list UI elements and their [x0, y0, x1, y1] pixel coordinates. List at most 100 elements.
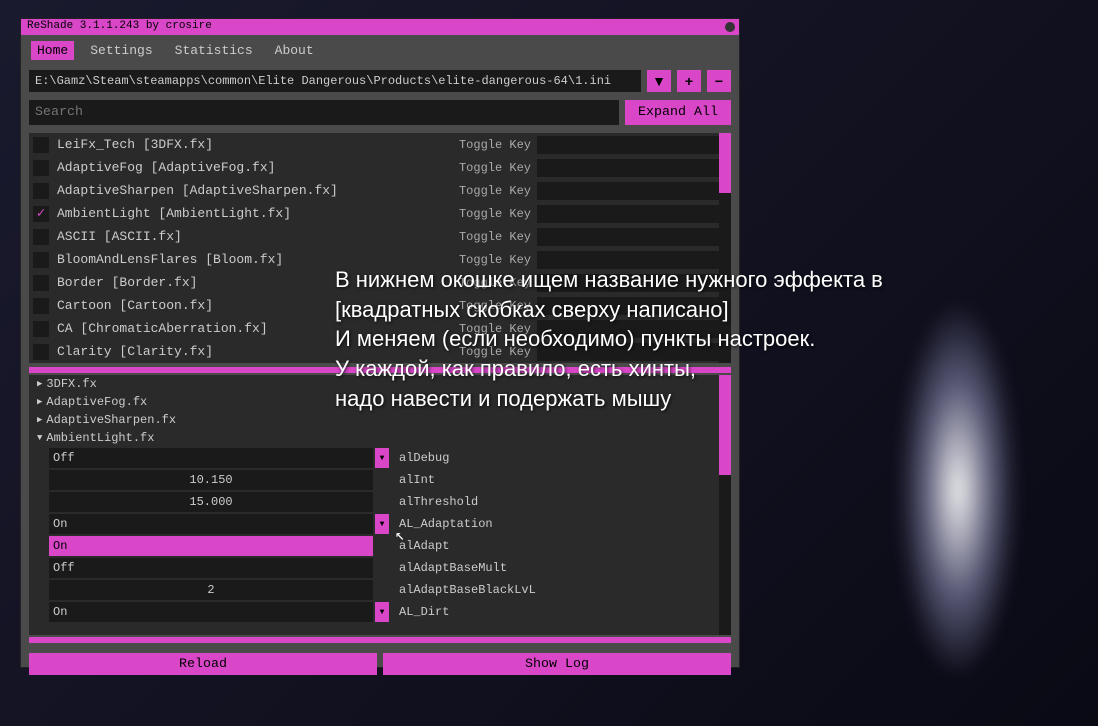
tree-arrow-icon: ▶ — [37, 379, 42, 389]
effect-checkbox[interactable] — [33, 229, 49, 245]
effect-row[interactable]: LeiFx_Tech [3DFX.fx] Toggle Key — [29, 133, 731, 156]
tree-label: AmbientLight.fx — [46, 431, 154, 445]
toggle-key-input[interactable] — [537, 297, 727, 315]
add-button[interactable]: + — [677, 70, 701, 92]
tree-item[interactable]: ▶ AdaptiveSharpen.fx — [29, 411, 731, 429]
setting-row: Off alAdaptBaseMult — [29, 557, 731, 579]
tree-arrow-icon: ▶ — [37, 415, 42, 425]
panel-divider[interactable] — [29, 367, 731, 373]
tree-label: AdaptiveSharpen.fx — [46, 413, 176, 427]
dropdown-arrow-icon[interactable]: ▼ — [375, 448, 389, 468]
tab-settings[interactable]: Settings — [84, 41, 158, 60]
effect-row[interactable]: CA [ChromaticAberration.fx] Toggle Key — [29, 317, 731, 340]
scrollbar-thumb[interactable] — [719, 133, 731, 193]
effect-row[interactable]: AdaptiveSharpen [AdaptiveSharpen.fx] Tog… — [29, 179, 731, 202]
setting-label: AL_Dirt — [399, 605, 449, 619]
toggle-key-label: Toggle Key — [459, 138, 531, 152]
setting-value[interactable]: Off — [49, 448, 373, 468]
toggle-key-label: Toggle Key — [459, 207, 531, 221]
tab-about[interactable]: About — [269, 41, 320, 60]
setting-value[interactable]: On — [49, 602, 373, 622]
effect-checkbox[interactable] — [33, 160, 49, 176]
setting-label: alAdaptBaseBlackLvL — [399, 583, 536, 597]
toggle-key-input[interactable] — [537, 182, 727, 200]
reshade-window: ReShade 3.1.1.243 by crosire Home Settin… — [20, 18, 740, 668]
toggle-key-input[interactable] — [537, 228, 727, 246]
setting-label: AL_Adaptation — [399, 517, 493, 531]
dropdown-arrow-icon[interactable]: ▼ — [375, 602, 389, 622]
tree-arrow-icon: ▼ — [37, 433, 42, 443]
tab-home[interactable]: Home — [31, 41, 74, 60]
setting-value[interactable]: 10.150 — [49, 470, 373, 490]
effect-row[interactable]: ASCII [ASCII.fx] Toggle Key — [29, 225, 731, 248]
path-dropdown-button[interactable]: ▼ — [647, 70, 671, 92]
tab-statistics[interactable]: Statistics — [169, 41, 259, 60]
effect-name: AmbientLight [AmbientLight.fx] — [57, 206, 459, 221]
titlebar[interactable]: ReShade 3.1.1.243 by crosire — [21, 19, 739, 35]
show-log-button[interactable]: Show Log — [383, 653, 731, 675]
tree-item[interactable]: ▼ AmbientLight.fx — [29, 429, 731, 447]
effect-checkbox[interactable] — [33, 137, 49, 153]
tree-arrow-icon: ▶ — [37, 397, 42, 407]
effect-name: BloomAndLensFlares [Bloom.fx] — [57, 252, 459, 267]
effect-checkbox[interactable] — [33, 275, 49, 291]
effect-name: Cartoon [Cartoon.fx] — [57, 298, 459, 313]
effect-name: AdaptiveFog [AdaptiveFog.fx] — [57, 160, 459, 175]
effects-scrollbar[interactable] — [719, 133, 731, 363]
effect-checkbox[interactable]: ✓ — [33, 206, 49, 222]
tree-item[interactable]: ▶ AdaptiveFog.fx — [29, 393, 731, 411]
scrollbar-thumb[interactable] — [719, 375, 731, 475]
setting-value[interactable]: On — [49, 536, 373, 556]
setting-value[interactable]: On — [49, 514, 373, 534]
setting-label: alAdaptBaseMult — [399, 561, 507, 575]
toggle-key-label: Toggle Key — [459, 276, 531, 290]
effect-checkbox[interactable] — [33, 344, 49, 360]
effect-row[interactable]: AdaptiveFog [AdaptiveFog.fx] Toggle Key — [29, 156, 731, 179]
path-row: ▼ + − — [21, 66, 739, 96]
effect-row[interactable]: BloomAndLensFlares [Bloom.fx] Toggle Key — [29, 248, 731, 271]
setting-label: alInt — [399, 473, 435, 487]
setting-row: On ▼ AL_Adaptation — [29, 513, 731, 535]
toggle-key-input[interactable] — [537, 205, 727, 223]
setting-label: alThreshold — [399, 495, 478, 509]
toggle-key-label: Toggle Key — [459, 322, 531, 336]
toggle-key-input[interactable] — [537, 274, 727, 292]
tree-item[interactable]: ▶3DFX.fx — [29, 375, 731, 393]
toggle-key-input[interactable] — [537, 136, 727, 154]
effect-checkbox[interactable] — [33, 183, 49, 199]
toggle-key-input[interactable] — [537, 343, 727, 361]
setting-row: 2 alAdaptBaseBlackLvL — [29, 579, 731, 601]
expand-all-button[interactable]: Expand All — [625, 100, 731, 125]
panel-divider-bottom[interactable] — [29, 637, 731, 643]
effect-row[interactable]: Clarity [Clarity.fx] Toggle Key — [29, 340, 731, 363]
window-title: ReShade 3.1.1.243 by crosire — [27, 20, 212, 32]
toggle-key-input[interactable] — [537, 251, 727, 269]
effect-checkbox[interactable] — [33, 321, 49, 337]
dropdown-arrow-icon[interactable]: ▼ — [375, 514, 389, 534]
effect-checkbox[interactable] — [33, 298, 49, 314]
setting-value[interactable]: 2 — [49, 580, 373, 600]
effect-name: Clarity [Clarity.fx] — [57, 344, 459, 359]
toggle-key-input[interactable] — [537, 159, 727, 177]
settings-scrollbar[interactable] — [719, 375, 731, 635]
path-input[interactable] — [29, 70, 641, 92]
tree-label: AdaptiveFog.fx — [46, 395, 147, 409]
effect-row[interactable]: Border [Border.fx] Toggle Key — [29, 271, 731, 294]
toggle-key-input[interactable] — [537, 320, 727, 338]
search-input[interactable] — [29, 100, 619, 125]
remove-button[interactable]: − — [707, 70, 731, 92]
effect-row[interactable]: ✓ AmbientLight [AmbientLight.fx] Toggle … — [29, 202, 731, 225]
effect-checkbox[interactable] — [33, 252, 49, 268]
effect-name: AdaptiveSharpen [AdaptiveSharpen.fx] — [57, 183, 459, 198]
setting-value[interactable]: 15.000 — [49, 492, 373, 512]
setting-row: On alAdapt — [29, 535, 731, 557]
settings-panel: ▶3DFX.fx▶AdaptiveFog.fx▶AdaptiveSharpen.… — [29, 375, 731, 635]
setting-value[interactable]: Off — [49, 558, 373, 578]
reload-button[interactable]: Reload — [29, 653, 377, 675]
setting-row: Off ▼ alDebug — [29, 447, 731, 469]
setting-row: 15.000 alThreshold — [29, 491, 731, 513]
setting-row: 10.150 alInt — [29, 469, 731, 491]
toggle-key-label: Toggle Key — [459, 299, 531, 313]
effect-row[interactable]: Cartoon [Cartoon.fx] Toggle Key — [29, 294, 731, 317]
close-icon[interactable] — [725, 22, 735, 32]
